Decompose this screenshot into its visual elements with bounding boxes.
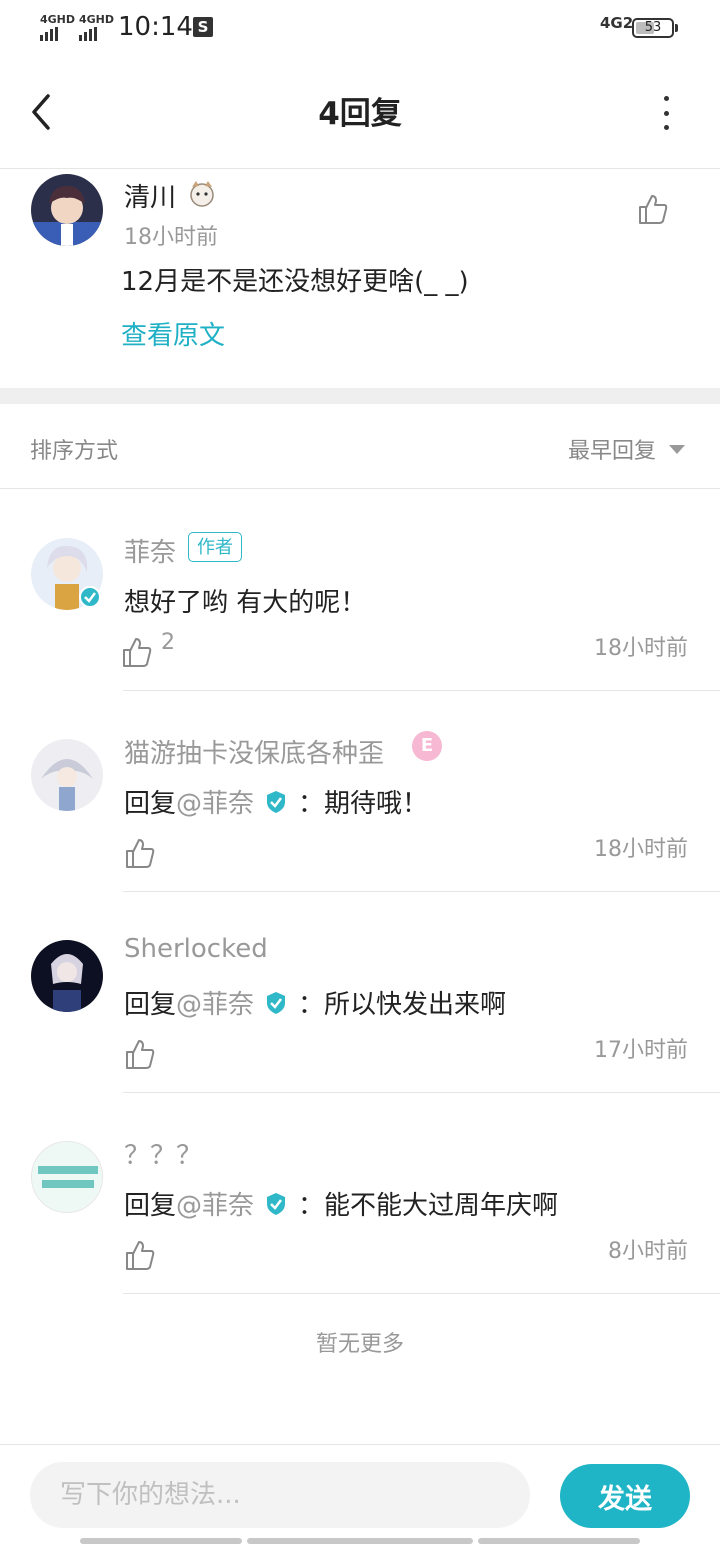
mention-link[interactable]: @菲奈 [176,1185,254,1222]
reply-content: 想好了哟 有大的呢！ [124,588,367,618]
reply-content: ：期待哦！ [298,789,429,819]
reply-author[interactable]: 菲奈 [124,532,176,569]
like-button[interactable] [125,1239,155,1275]
comment-composer: 发送 [0,1444,720,1545]
reply-author[interactable]: Sherlocked [124,934,268,964]
gesture-bar [80,1538,242,1544]
verified-badge-icon [267,991,286,1014]
thumbs-up-icon [639,195,668,224]
reply-time: 17小时前 [594,1038,688,1063]
reply-author[interactable]: 猫游抽卡没保底各种歪 [124,733,384,770]
like-button[interactable] [125,1038,155,1074]
section-divider [0,388,720,404]
dot [663,110,669,116]
signal-icon: 4GHD [79,14,114,41]
avatar[interactable] [31,940,103,1012]
battery-level: 53 [644,20,662,35]
network-label-right: 4G2 [600,14,634,32]
reply-text: 回复 @菲奈 ：所以快发出来啊 [124,984,506,1021]
mention-link[interactable]: @菲奈 [176,984,254,1021]
dot [663,96,669,101]
thumbs-up-icon [126,1241,155,1270]
reply-text: 回复 @菲奈 ：期待哦！ [124,783,428,820]
thumbs-up-icon [126,1040,155,1069]
divider [123,1293,720,1294]
caret-down-icon[interactable] [669,445,685,454]
like-button[interactable] [122,636,152,672]
gesture-bar [478,1538,640,1544]
view-original-link[interactable]: 查看原文 [121,315,225,352]
verified-badge-icon [267,1192,286,1215]
battery-icon: 53 [632,18,674,38]
comment-input[interactable] [30,1462,530,1528]
reply-item: 猫游抽卡没保底各种歪 E 回复 @菲奈 ：期待哦！ 18小时前 [0,691,720,892]
mascot-badge-icon [190,181,214,207]
reply-item: ？？？ 回复 @菲奈 ：能不能大过周年庆啊 8小时前 [0,1093,720,1294]
reply-time: 8小时前 [608,1239,688,1264]
more-options-button[interactable] [652,96,680,130]
reply-content: ：所以快发出来啊 [298,990,507,1020]
reply-content: ：能不能大过周年庆啊 [298,1191,559,1221]
reply-prefix: 回复 [124,1191,177,1221]
mention-link[interactable]: @菲奈 [176,783,254,820]
like-button[interactable] [125,837,155,873]
comment-text: 12月是不是还没想好更啥(_ _) [121,267,469,297]
network-label: 4GHD [79,13,115,26]
avatar-image [31,940,103,1012]
no-more-label: 暂无更多 [315,1332,404,1357]
avatar[interactable] [31,174,103,246]
author-tag: 作者 [188,532,242,562]
send-button[interactable]: 发送 [560,1464,690,1528]
like-button[interactable] [638,193,668,229]
sort-label: 排序方式 [30,439,119,464]
reply-time: 18小时前 [594,636,688,661]
avatar-image [31,739,103,811]
author-name[interactable]: 清川 [124,177,176,214]
reply-item: 菲奈 作者 想好了哟 有大的呢！ 2 18小时前 [0,490,720,691]
thumbs-up-icon [126,839,155,868]
level-badge-icon: E [412,731,442,761]
thumbs-up-icon [123,638,152,667]
reply-text: 想好了哟 有大的呢！ [124,582,366,619]
reply-time: 18小时前 [594,837,688,862]
sort-bar: 排序方式 最早回复 [0,404,720,489]
reply-text: 回复 @菲奈 ：能不能大过周年庆啊 [124,1185,558,1222]
sort-dropdown[interactable]: 最早回复 [568,433,656,465]
verified-badge-icon [79,586,101,608]
reply-item: Sherlocked 回复 @菲奈 ：所以快发出来啊 17小时前 [0,892,720,1093]
comment-time: 18小时前 [124,225,218,250]
avatar-image [32,1142,102,1212]
clock: 10:14 [118,12,193,42]
verified-badge-icon [267,790,286,813]
signal-icon: 4GHD [40,14,75,41]
network-label: 4GHD [40,13,76,26]
dot [663,125,669,130]
reply-prefix: 回复 [124,789,177,819]
like-count: 2 [161,630,175,655]
original-comment: 清川 18小时前 12月是不是还没想好更啥(_ _) 查看原文 [0,169,720,388]
top-nav-bar: 4回复 [0,56,720,169]
reply-prefix: 回复 [124,990,177,1020]
page-title: 4回复 [318,96,402,132]
avatar[interactable] [31,1141,103,1213]
avatar-image [31,174,103,246]
reply-author[interactable]: ？？？ [124,1135,202,1172]
gesture-bar [247,1538,473,1544]
battery-tip [675,24,678,32]
status-bar: 4GHD 4GHD 10:14 S 4G2 53 [0,0,720,56]
notification-icon: S [193,17,213,37]
avatar[interactable] [31,739,103,811]
